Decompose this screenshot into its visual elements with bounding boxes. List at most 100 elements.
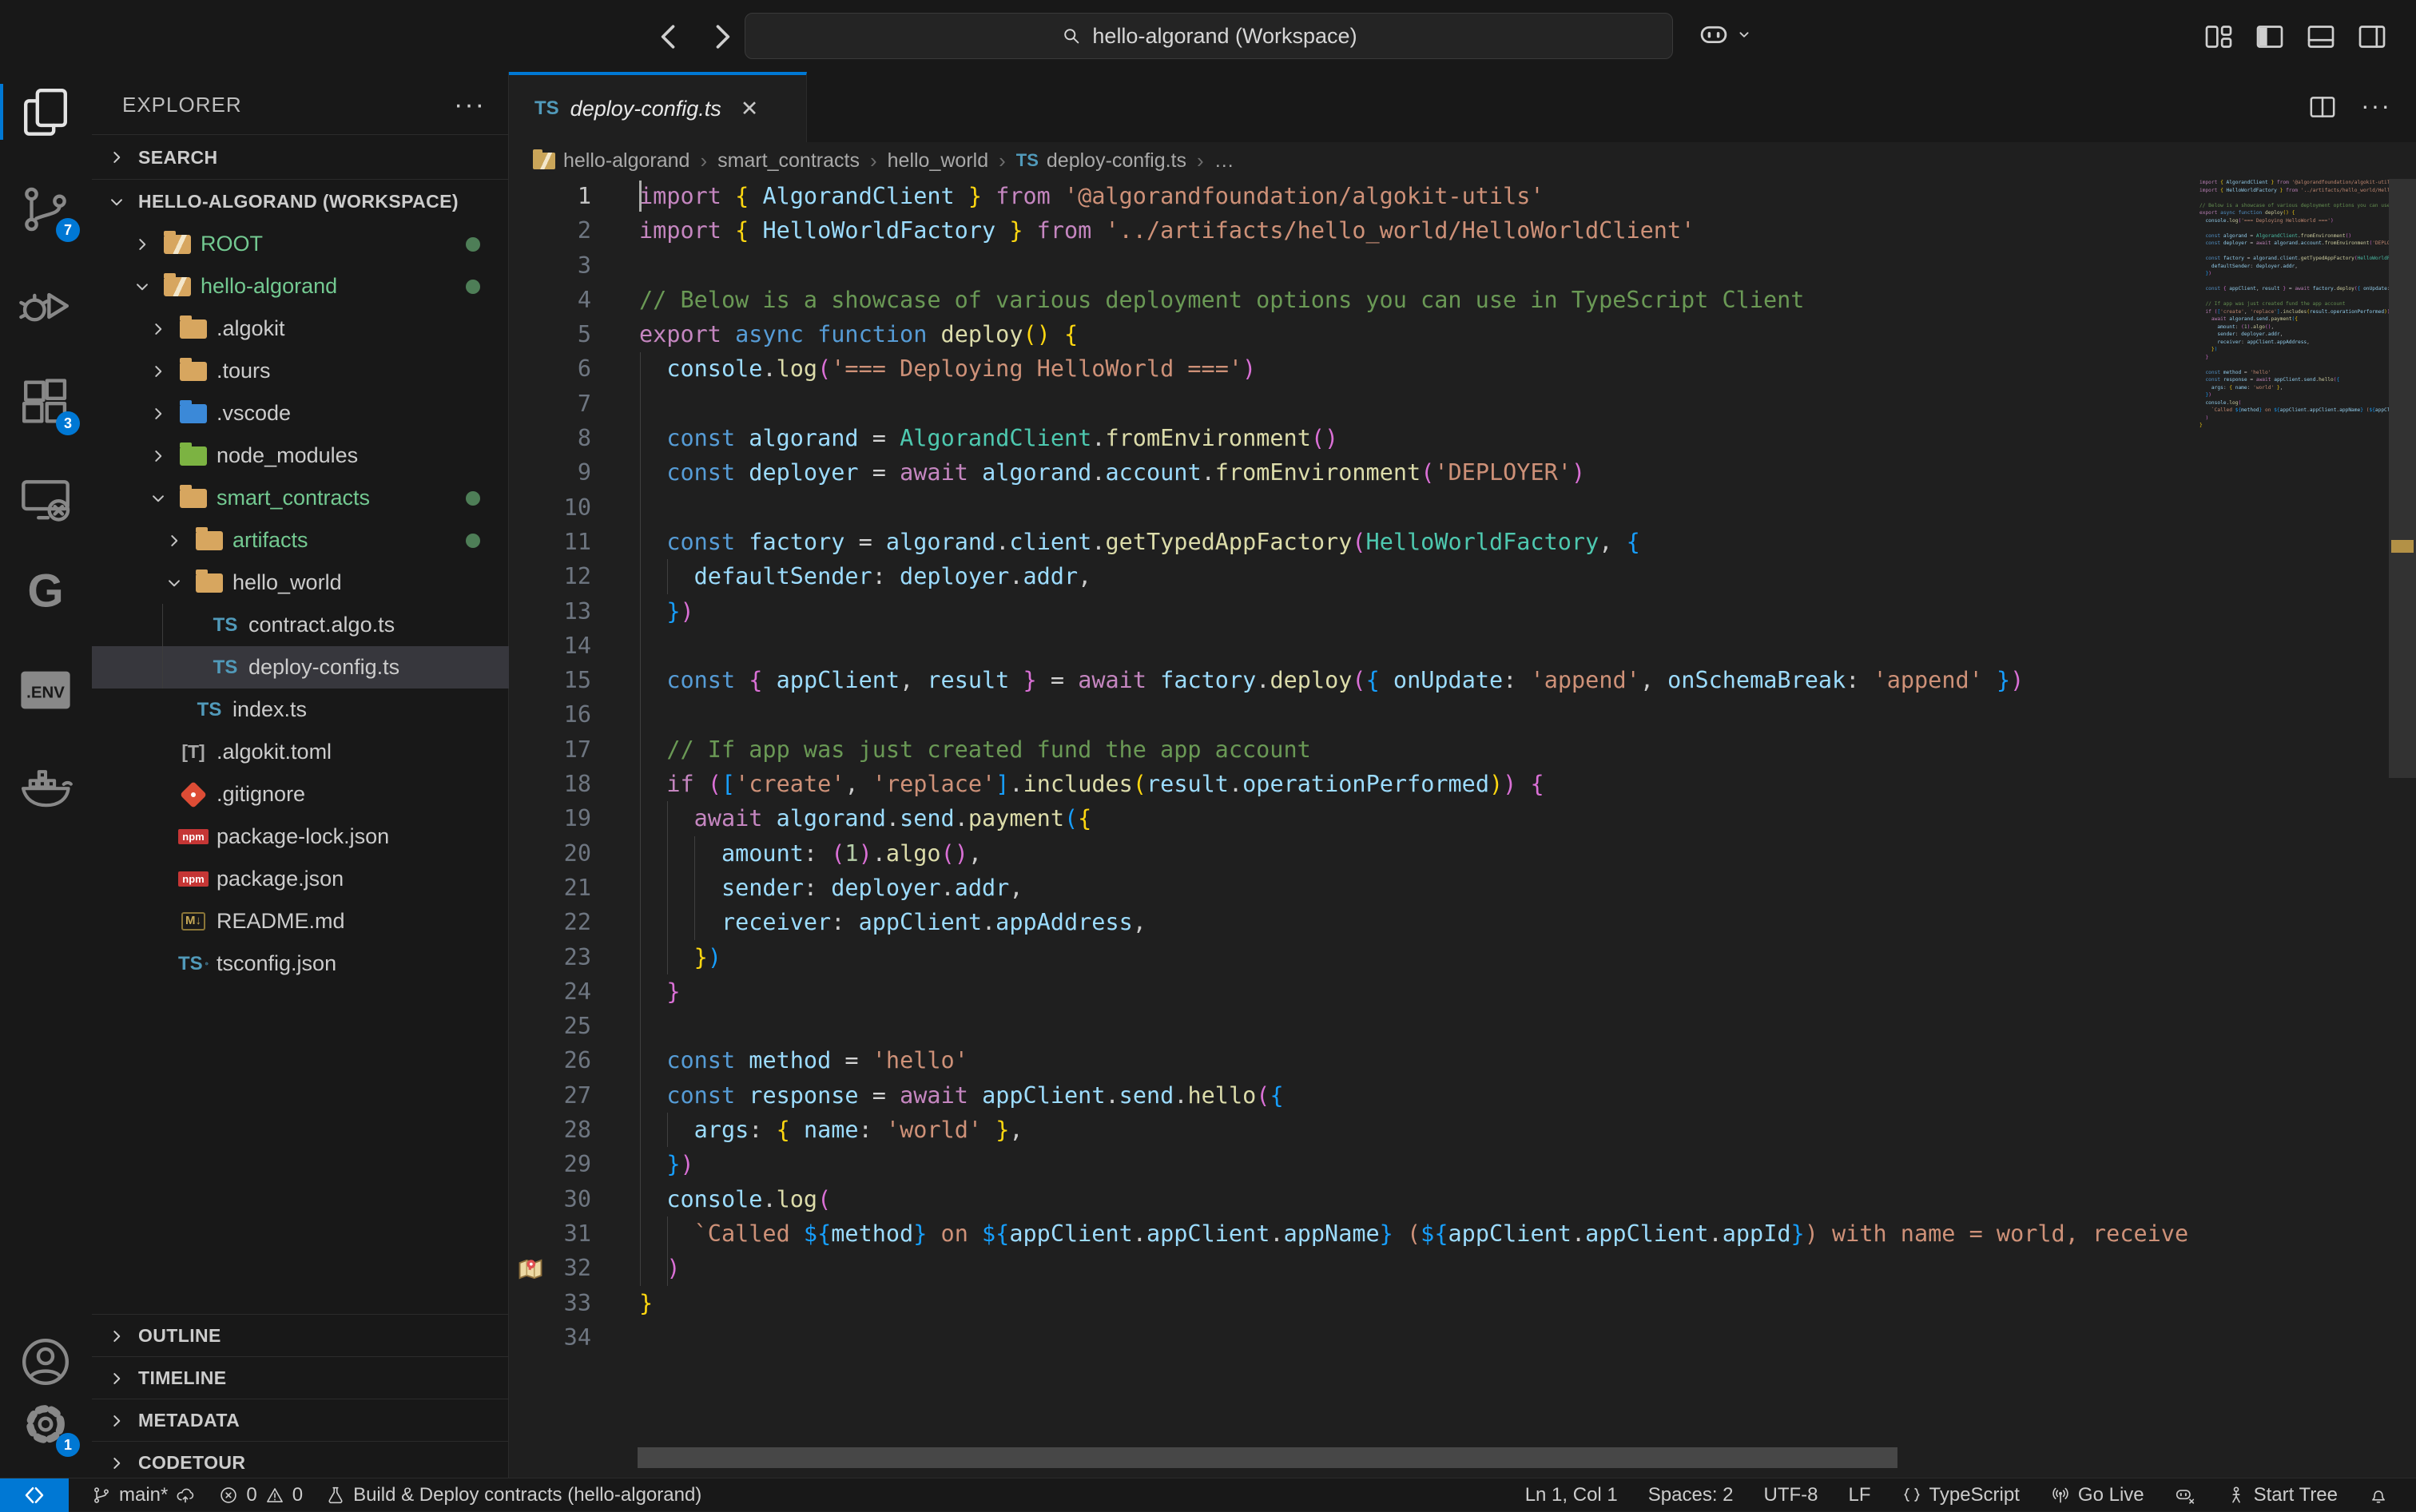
tree-item-contract-algo-ts[interactable]: TScontract.algo.ts: [92, 604, 509, 646]
nav-back-icon[interactable]: [651, 19, 686, 54]
code-line-19[interactable]: 19 await algorand.send.payment({: [509, 801, 2199, 835]
tree-item-hello-world[interactable]: hello_world: [92, 562, 509, 604]
activity-item-explorer[interactable]: [18, 84, 74, 140]
tree-item--tours[interactable]: .tours: [92, 350, 509, 392]
close-icon[interactable]: ✕: [741, 97, 759, 121]
section-search[interactable]: SEARCH: [92, 134, 509, 180]
activity-item-settings[interactable]: 1: [18, 1396, 74, 1452]
tree-item--vscode[interactable]: .vscode: [92, 392, 509, 435]
tree-item-readme-md[interactable]: M↓README.md: [92, 900, 509, 943]
code-line-16[interactable]: 16: [509, 697, 2199, 732]
status-start-tree[interactable]: Start Tree: [2226, 1484, 2338, 1506]
code-line-13[interactable]: 13 }): [509, 594, 2199, 629]
horizontal-scrollbar[interactable]: [638, 1447, 1897, 1468]
tab-deploy-config[interactable]: TS deploy-config.ts ✕: [509, 72, 807, 142]
layout-right-icon[interactable]: [2355, 21, 2389, 53]
command-center-search[interactable]: hello-algorand (Workspace): [745, 13, 1673, 59]
tree-item-package-json[interactable]: npmpackage.json: [92, 858, 509, 900]
section-outline[interactable]: OUTLINE: [92, 1314, 509, 1357]
code-line-2[interactable]: 2import { HelloWorldFactory } from '../a…: [509, 213, 2199, 248]
status-problems[interactable]: 00: [218, 1484, 303, 1506]
breadcrumb-item[interactable]: TSdeploy-config.ts: [1016, 149, 1186, 173]
breadcrumb-item[interactable]: hello-algorand: [533, 149, 689, 173]
status-eol[interactable]: LF: [1849, 1484, 1871, 1506]
tree-item-root[interactable]: ROOT: [92, 223, 509, 265]
vertical-scrollbar[interactable]: [2389, 179, 2416, 778]
breadcrumb[interactable]: hello-algorand›smart_contracts›hello_wor…: [509, 142, 2416, 179]
section-timeline[interactable]: TIMELINE: [92, 1356, 509, 1399]
copilot-menu-button[interactable]: [1697, 18, 1753, 51]
code-line-29[interactable]: 29 }): [509, 1147, 2199, 1181]
code-line-11[interactable]: 11 const factory = algorand.client.getTy…: [509, 525, 2199, 559]
section-metadata[interactable]: METADATA: [92, 1399, 509, 1442]
code-line-3[interactable]: 3: [509, 248, 2199, 283]
editor-more-actions-icon[interactable]: ···: [2361, 91, 2393, 123]
status-indentation[interactable]: Spaces: 2: [1648, 1484, 1734, 1506]
activity-item-run-debug[interactable]: [18, 278, 74, 334]
breadcrumb-item[interactable]: hello_world: [888, 149, 988, 173]
code-line-23[interactable]: 23 }): [509, 940, 2199, 974]
code-line-15[interactable]: 15 const { appClient, result } = await f…: [509, 663, 2199, 697]
tree-item-index-ts[interactable]: TSindex.ts: [92, 689, 509, 731]
tree-item-hello-algorand[interactable]: hello-algorand: [92, 265, 509, 308]
layout-grid-icon[interactable]: [2202, 21, 2235, 53]
tree-item-deploy-config-ts[interactable]: TSdeploy-config.ts: [92, 646, 509, 689]
status-notifications[interactable]: [2368, 1485, 2389, 1506]
status-go-live[interactable]: Go Live: [2050, 1484, 2144, 1506]
code-line-6[interactable]: 6 console.log('=== Deploying HelloWorld …: [509, 351, 2199, 386]
code-line-17[interactable]: 17 // If app was just created fund the a…: [509, 732, 2199, 767]
code-line-32[interactable]: 32 ): [509, 1251, 2199, 1285]
code-line-27[interactable]: 27 const response = await appClient.send…: [509, 1078, 2199, 1113]
tree-item-smart-contracts[interactable]: smart_contracts: [92, 477, 509, 519]
code-line-30[interactable]: 30 console.log(: [509, 1182, 2199, 1216]
status-language[interactable]: TypeScript: [1901, 1484, 2020, 1506]
code-line-1[interactable]: 1import { AlgorandClient } from '@algora…: [509, 179, 2199, 213]
tree-item--algokit-toml[interactable]: [T].algokit.toml: [92, 731, 509, 773]
code-line-24[interactable]: 24 }: [509, 974, 2199, 1009]
workspace-header[interactable]: HELLO-ALGORAND (WORKSPACE): [92, 179, 509, 224]
code-line-34[interactable]: 34: [509, 1320, 2199, 1355]
breadcrumb-item[interactable]: smart_contracts: [717, 149, 860, 173]
code-line-9[interactable]: 9 const deployer = await algorand.accoun…: [509, 455, 2199, 490]
tree-item-tsconfig-json[interactable]: TStsconfig.json: [92, 943, 509, 985]
tree-item-node-modules[interactable]: node_modules: [92, 435, 509, 477]
activity-item-remote-explorer[interactable]: [18, 472, 74, 528]
code-line-33[interactable]: 33}: [509, 1286, 2199, 1320]
code-line-7[interactable]: 7: [509, 387, 2199, 421]
tree-item-package-lock-json[interactable]: npmpackage-lock.json: [92, 816, 509, 858]
activity-item-source-control[interactable]: 7: [18, 181, 74, 237]
code-area[interactable]: 1import { AlgorandClient } from '@algora…: [509, 179, 2199, 1447]
layout-sidebar-icon[interactable]: [2253, 21, 2287, 53]
split-editor-icon[interactable]: [2307, 91, 2339, 123]
code-line-4[interactable]: 4// Below is a showcase of various deplo…: [509, 283, 2199, 317]
remote-indicator[interactable]: [0, 1478, 69, 1512]
tree-item-artifacts[interactable]: artifacts: [92, 519, 509, 562]
codetour-map-marker-icon[interactable]: [515, 1254, 546, 1284]
status-git-branch[interactable]: main*: [91, 1484, 196, 1506]
code-line-5[interactable]: 5export async function deploy() {: [509, 317, 2199, 351]
activity-item-dotenv[interactable]: .ENV: [18, 662, 74, 718]
code-line-8[interactable]: 8 const algorand = AlgorandClient.fromEn…: [509, 421, 2199, 455]
code-line-28[interactable]: 28 args: { name: 'world' },: [509, 1113, 2199, 1147]
status-task[interactable]: Build & Deploy contracts (hello-algorand…: [325, 1484, 701, 1506]
nav-forward-icon[interactable]: [705, 19, 740, 54]
minimap[interactable]: import { AlgorandClient } from '@algoran…: [2199, 179, 2389, 1393]
activity-item-docker[interactable]: [18, 760, 74, 816]
code-line-10[interactable]: 10: [509, 490, 2199, 525]
code-line-20[interactable]: 20 amount: (1).algo(),: [509, 836, 2199, 871]
tree-item--gitignore[interactable]: .gitignore: [92, 773, 509, 816]
code-line-26[interactable]: 26 const method = 'hello': [509, 1043, 2199, 1077]
more-actions-icon[interactable]: ···: [454, 89, 486, 121]
status-encoding[interactable]: UTF-8: [1764, 1484, 1818, 1506]
code-line-31[interactable]: 31 `Called ${method} on ${appClient.appC…: [509, 1216, 2199, 1251]
activity-item-accounts[interactable]: [18, 1334, 74, 1390]
layout-panel-icon[interactable]: [2304, 21, 2338, 53]
activity-item-extensions[interactable]: 3: [18, 375, 74, 431]
activity-item-gitlens[interactable]: G: [18, 565, 74, 621]
code-line-18[interactable]: 18 if (['create', 'replace'].includes(re…: [509, 767, 2199, 801]
status-cursor-position[interactable]: Ln 1, Col 1: [1525, 1484, 1618, 1506]
code-line-21[interactable]: 21 sender: deployer.addr,: [509, 871, 2199, 905]
code-line-12[interactable]: 12 defaultSender: deployer.addr,: [509, 559, 2199, 593]
code-line-25[interactable]: 25: [509, 1009, 2199, 1043]
breadcrumb-item[interactable]: …: [1214, 149, 1234, 173]
